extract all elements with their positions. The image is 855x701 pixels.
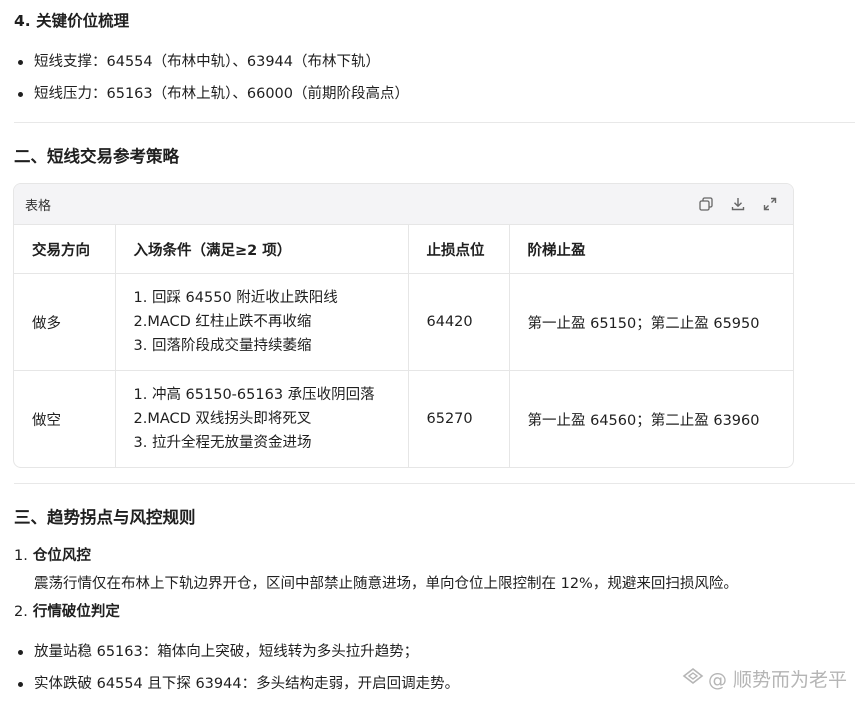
condition-line: 1. 冲高 65150-65163 承压收阴回落: [133, 387, 375, 403]
list-item: 短线压力：65163（布林上轨）、66000（前期阶段高点）: [14, 78, 409, 110]
strategy-table: 交易方向 入场条件（满足≥2 项） 止损点位 阶梯止盈 做多 1. 回踩 645…: [14, 225, 793, 467]
condition-line: 2.MACD 双线拐头即将死叉: [133, 411, 312, 427]
condition-line: 1. 回踩 64550 附近收止跌阳线: [133, 290, 338, 306]
item-number: 1.: [14, 548, 28, 564]
list-item: 实体跌破 64554 且下探 63944：多头结构走弱，开启回调走势。: [14, 668, 459, 700]
column-header: 入场条件（满足≥2 项）: [115, 225, 409, 274]
conditions-cell: 1. 回踩 64550 附近收止跌阳线 2.MACD 红柱止跌不再收缩 3. 回…: [115, 273, 409, 371]
conditions-cell: 1. 冲高 65150-65163 承压收阴回落 2.MACD 双线拐头即将死叉…: [115, 370, 409, 467]
divider: [14, 483, 855, 484]
list-item: 放量站稳 65163：箱体向上突破，短线转为多头拉升趋势；: [14, 636, 459, 668]
watermark: @ 顺势而为老平: [682, 665, 847, 692]
take-profit-cell: 第一止盈 65150；第二止盈 65950: [509, 273, 793, 371]
key-levels-list: 短线支撑：64554（布林中轨）、63944（布林下轨） 短线压力：65163（…: [14, 46, 409, 110]
copy-icon[interactable]: [697, 195, 715, 213]
strategy-table-card: 表格 交易方向 入场条件（满足≥2 项） 止损点位 阶梯止盈 做多 1. 回踩 …: [13, 183, 794, 468]
item-body: 震荡行情仅在布林上下轨边界开仓，区间中部禁止随意进场，单向仓位上限控制在 12%…: [34, 576, 738, 592]
take-profit-cell: 第一止盈 64560；第二止盈 63960: [527, 412, 760, 429]
section-4-heading: 4. 关键价位梳理: [14, 12, 130, 30]
column-header: 交易方向: [14, 225, 116, 274]
column-header: 阶梯止盈: [509, 225, 793, 274]
table-row: 做空 1. 冲高 65150-65163 承压收阴回落 2.MACD 双线拐头即…: [14, 370, 793, 467]
stop-loss-cell: 65270: [408, 370, 510, 467]
section-2-heading: 二、短线交易参考策略: [14, 147, 179, 166]
risk-rules-list: 1. 仓位风控 震荡行情仅在布林上下轨边界开仓，区间中部禁止随意进场，单向仓位上…: [14, 542, 738, 626]
watermark-logo-icon: [682, 667, 704, 690]
item-title: 行情破位判定: [32, 604, 120, 620]
condition-line: 2.MACD 红柱止跌不再收缩: [133, 314, 312, 330]
watermark-text: @ 顺势而为老平: [707, 669, 847, 691]
list-item: 2. 行情破位判定: [14, 598, 738, 626]
divider: [14, 122, 855, 123]
condition-line: 3. 拉升全程无放量资金进场: [133, 435, 312, 451]
condition-line: 3. 回落阶段成交量持续萎缩: [133, 338, 312, 354]
item-number: 2.: [14, 604, 28, 620]
expand-icon[interactable]: [761, 195, 779, 213]
table-caption: 表格: [25, 199, 52, 214]
list-item: 1. 仓位风控 震荡行情仅在布林上下轨边界开仓，区间中部禁止随意进场，单向仓位上…: [14, 542, 738, 598]
download-icon[interactable]: [729, 195, 747, 213]
list-item: 短线支撑：64554（布林中轨）、63944（布林下轨）: [14, 46, 409, 78]
breakout-list: 放量站稳 65163：箱体向上突破，短线转为多头拉升趋势； 实体跌破 64554…: [14, 636, 459, 700]
column-header: 止损点位: [408, 225, 510, 274]
stop-loss-cell: 64420: [408, 273, 510, 371]
direction-cell: 做多: [14, 273, 116, 371]
table-row: 做多 1. 回踩 64550 附近收止跌阳线 2.MACD 红柱止跌不再收缩 3…: [14, 273, 793, 371]
article-page: 4. 关键价位梳理 短线支撑：64554（布林中轨）、63944（布林下轨） 短…: [0, 0, 855, 701]
table-header-row: 交易方向 入场条件（满足≥2 项） 止损点位 阶梯止盈: [14, 225, 793, 274]
table-toolbar: 表格: [14, 184, 793, 225]
section-3-heading: 三、趋势拐点与风控规则: [14, 508, 196, 527]
item-title: 仓位风控: [32, 548, 91, 564]
direction-cell: 做空: [14, 370, 116, 467]
